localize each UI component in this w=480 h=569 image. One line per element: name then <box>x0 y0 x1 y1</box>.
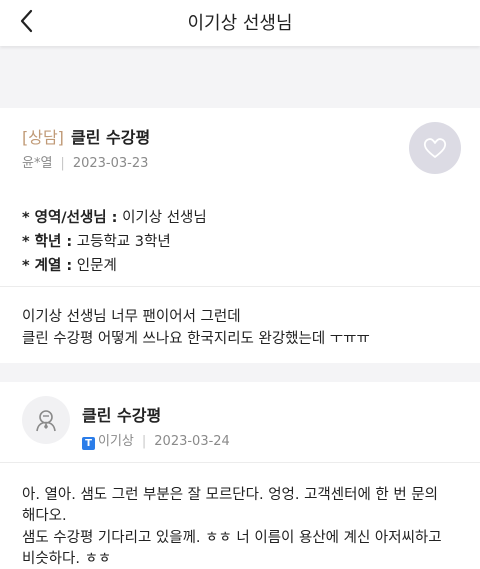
meta-separator: | <box>141 434 147 449</box>
answer-date: 2023-03-24 <box>154 434 230 449</box>
answer-body-line: 아. 열아. 샘도 그런 부분은 잘 모르단다. 엉엉. 고객센터에 한 번 문… <box>22 487 438 503</box>
info-area: * 영역/선생님 : 이기상 선생님 <box>22 210 207 226</box>
answer-header: 클린 수강평 T 이기상 | 2023-03-24 <box>0 382 480 462</box>
question-body-line: 클린 수강평 어떻게 쓰나요 한국지리도 완강했는데 ㅜㅠㅠ <box>22 331 370 347</box>
question-tag: [상담] <box>22 128 64 147</box>
answer-body-line: 샘도 수강평 기다리고 있을께. ㅎㅎ 너 이름이 용산에 계신 아저씨하고 <box>22 530 442 546</box>
answer-meta: T 이기상 | 2023-03-24 <box>82 430 230 450</box>
meta-separator: | <box>60 156 65 171</box>
answer-body-line: 해다오. <box>22 508 67 524</box>
answer-author: 이기상 <box>98 434 134 449</box>
question-meta: 윤*열 | 2023-03-23 <box>22 152 148 171</box>
section-gap <box>0 363 480 382</box>
question-header: [상담] 클린 수강평 윤*열 | 2023-03-23 <box>0 108 480 190</box>
question-title-text: 클린 수강평 <box>71 128 151 147</box>
question-date: 2023-03-23 <box>72 156 149 171</box>
like-button[interactable] <box>409 122 461 174</box>
answer-body: 아. 열아. 샘도 그런 부분은 잘 모르단다. 엉엉. 고객센터에 한 번 문… <box>0 463 480 569</box>
avatar <box>22 396 70 444</box>
header-spacer <box>0 46 480 108</box>
answer-title: 클린 수강평 <box>82 406 162 425</box>
heart-icon <box>423 138 447 158</box>
top-bar: 이기상 선생님 <box>0 0 480 46</box>
question-info: * 영역/선생님 : 이기상 선생님 * 학년 : 고등학교 3학년 * 계열 … <box>0 190 480 286</box>
question-author: 윤*열 <box>22 156 53 171</box>
question-title: [상담] 클린 수강평 <box>22 124 150 148</box>
question-body-line: 이기상 선생님 너무 팬이어서 그런데 <box>22 309 241 325</box>
info-grade: * 학년 : 고등학교 3학년 <box>22 234 171 250</box>
answer-body-line: 비슷하다. ㅎㅎ <box>22 551 112 567</box>
page-title: 이기상 선생님 <box>187 13 293 34</box>
teacher-avatar-icon <box>36 410 56 432</box>
info-track: * 계열 : 인문계 <box>22 258 117 274</box>
teacher-badge: T <box>82 437 95 450</box>
question-body: 이기상 선생님 너무 팬이어서 그런데 클린 수강평 어떻게 쓰나요 한국지리도… <box>0 287 480 363</box>
